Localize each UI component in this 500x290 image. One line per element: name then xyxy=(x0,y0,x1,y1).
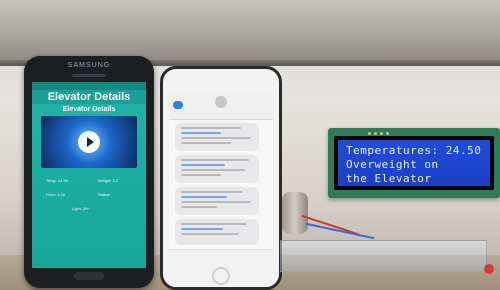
android-screen: Elevator Details Elevator Details Temp: … xyxy=(32,82,146,268)
floor-reading: Floor: 1.00 xyxy=(46,192,66,197)
phone-speaker xyxy=(72,74,106,77)
lcd-module: Temperatures: 24.50 Overweight on the El… xyxy=(328,128,500,198)
light-reading: Light: 29* xyxy=(72,206,89,211)
stepper-motor xyxy=(282,192,308,234)
weight-reading: Weight: 1.2 xyxy=(98,178,119,183)
message-input[interactable] xyxy=(169,249,273,261)
play-button[interactable] xyxy=(78,131,100,153)
overhead-shelf xyxy=(0,0,500,62)
avatar xyxy=(215,96,227,108)
red-button xyxy=(484,264,494,274)
lcd-line-2: Overweight on xyxy=(346,158,439,171)
back-icon[interactable] xyxy=(173,101,183,109)
iphone-home-button[interactable] xyxy=(212,267,230,285)
video-player[interactable] xyxy=(41,116,137,168)
message-bubble xyxy=(175,123,259,151)
status-bar xyxy=(32,82,146,90)
app-subtitle: Elevator Details xyxy=(62,106,116,113)
message-bubble xyxy=(175,155,259,183)
lcd-line-1: Temperatures: 24.50 xyxy=(346,144,482,157)
message-bubble xyxy=(175,187,259,215)
photo-scene: SAMSUNG Elevator Details Elevator Detail… xyxy=(0,0,500,290)
message-bubble xyxy=(175,219,259,245)
home-button[interactable] xyxy=(74,272,104,280)
phone-brand: SAMSUNG xyxy=(67,62,111,69)
app-title: Elevator Details xyxy=(47,91,131,103)
lcd-line-3: the Elevator xyxy=(346,172,432,185)
status-reading: Status: xyxy=(98,192,111,197)
iphone xyxy=(160,66,282,290)
messages-screen xyxy=(169,93,273,261)
conversation-header xyxy=(169,93,273,120)
lcd-screen: Temperatures: 24.50 Overweight on the El… xyxy=(338,140,490,186)
temp-reading: Temp: 24.50 xyxy=(46,178,69,183)
android-phone: SAMSUNG Elevator Details Elevator Detail… xyxy=(24,56,154,288)
play-icon xyxy=(87,137,94,147)
acrylic-base xyxy=(280,240,487,272)
